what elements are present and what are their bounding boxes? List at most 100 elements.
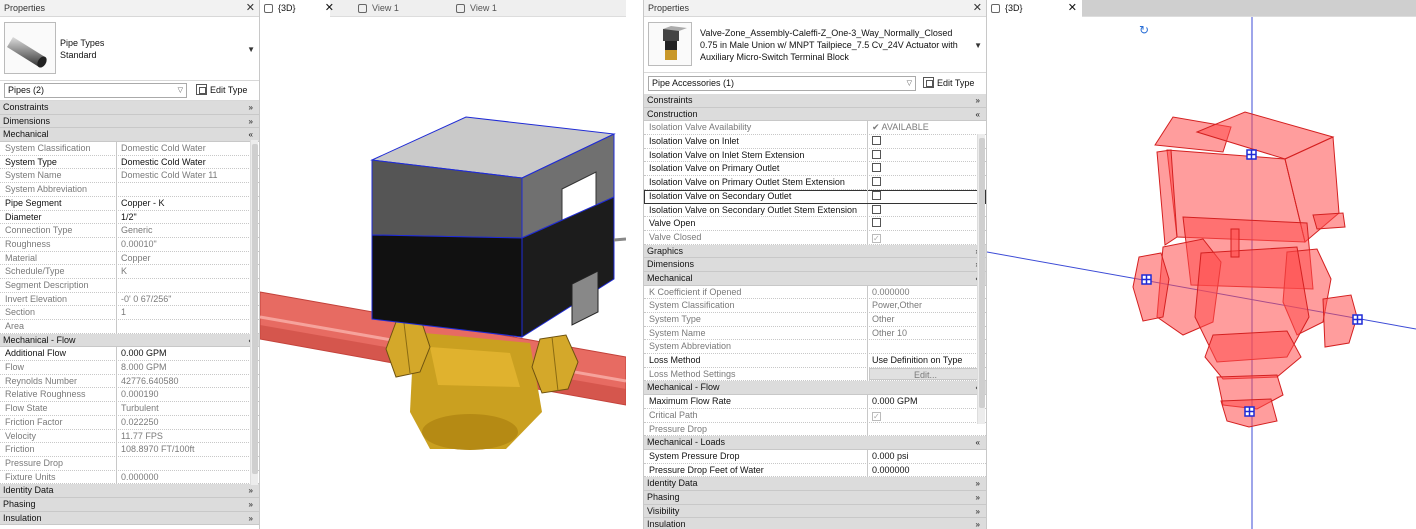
property-value[interactable]: 0.000 psi <box>869 450 979 463</box>
property-row-schedule-type[interactable]: Schedule/Type K <box>0 265 259 279</box>
property-row-flow[interactable]: Flow 8.000 GPM <box>0 361 259 375</box>
group-mechanical-flow[interactable]: Mechanical - Flow« <box>0 333 259 348</box>
property-row-maximum-flow-rate[interactable]: Maximum Flow Rate 0.000 GPM <box>644 395 986 409</box>
property-row-friction-factor[interactable]: Friction Factor 0.022250 <box>0 415 259 430</box>
property-row-loss-method[interactable]: Loss Method Use Definition on Type <box>644 354 986 368</box>
property-row-valve-closed[interactable]: Valve Closed ✓ <box>644 230 986 245</box>
property-row-connection-type[interactable]: Connection Type Generic <box>0 224 259 238</box>
group-identity-data[interactable]: Identity Data » <box>0 484 259 498</box>
property-row-system-type[interactable]: System Type Other <box>644 313 986 327</box>
property-row-system-abbreviation[interactable]: System Abbreviation <box>0 183 259 197</box>
expand-icon[interactable]: » <box>249 512 253 526</box>
close-tab-icon[interactable]: ✕ <box>325 0 334 17</box>
property-row-area[interactable]: Area <box>0 320 259 334</box>
property-row-material[interactable]: Material Copper <box>0 251 259 266</box>
expand-icon[interactable]: » <box>249 101 253 115</box>
property-value[interactable] <box>869 135 979 148</box>
property-row-velocity[interactable]: Velocity 11.77 FPS <box>0 429 259 444</box>
collapse-icon[interactable]: « <box>976 436 980 450</box>
type-selector[interactable]: Pipe Types Standard ▼ <box>0 17 259 81</box>
expand-icon[interactable]: » <box>249 498 253 512</box>
property-row-isolation-valve-on-inlet[interactable]: Isolation Valve on Inlet <box>644 135 986 149</box>
property-value[interactable] <box>869 190 979 203</box>
scrollbar[interactable] <box>977 134 985 424</box>
group-visibility[interactable]: Visibility » <box>644 504 986 519</box>
group-phasing[interactable]: Phasing » <box>0 497 259 512</box>
property-row-system-abbreviation[interactable]: System Abbreviation <box>644 340 986 355</box>
property-row-pipe-segment[interactable]: Pipe Segment Copper - K <box>0 196 259 211</box>
group-constraints[interactable]: Constraints » <box>0 101 259 115</box>
tab-3d[interactable]: {3D} ✕ <box>987 0 1082 17</box>
property-row-system-classification[interactable]: System Classification Power,Other <box>644 299 986 313</box>
scrollbar[interactable] <box>250 140 258 485</box>
property-row-system-name[interactable]: System Name Other 10 <box>644 326 986 341</box>
valve-3d-model[interactable] <box>260 17 626 529</box>
group-phasing[interactable]: Phasing » <box>644 490 986 505</box>
property-row-isolation-valve-availability[interactable]: Isolation Valve Availability ✔ AVAILABLE <box>644 121 986 136</box>
property-row-system-pressure-drop[interactable]: System Pressure Drop 0.000 psi <box>644 449 986 464</box>
property-row-valve-open[interactable]: Valve Open <box>644 217 986 231</box>
close-icon[interactable]: ✕ <box>246 0 255 17</box>
collapse-icon[interactable]: « <box>976 108 980 122</box>
property-row-isolation-valve-on-primary-outlet[interactable]: Isolation Valve on Primary Outlet <box>644 162 986 177</box>
property-value[interactable]: 0.000000 <box>869 464 979 477</box>
property-row-k-coefficient-if-opened[interactable]: K Coefficient if Opened 0.000000 <box>644 285 986 300</box>
checkbox[interactable] <box>872 177 881 187</box>
expand-icon[interactable]: » <box>976 477 980 491</box>
property-row-fixture-units[interactable]: Fixture Units 0.000000 <box>0 470 259 485</box>
group-dimensions[interactable]: Dimensions » <box>0 114 259 129</box>
property-row-isolation-valve-on-secondary-outlet-stem-extension[interactable]: Isolation Valve on Secondary Outlet Stem… <box>644 203 986 218</box>
property-row-roughness[interactable]: Roughness 0.00010" <box>0 237 259 252</box>
group-insulation[interactable]: Insulation » <box>0 511 259 526</box>
group-mechanical-loads[interactable]: Mechanical - Loads « <box>644 436 986 450</box>
expand-icon[interactable]: » <box>976 518 980 529</box>
group-identity-data[interactable]: Identity Data » <box>644 477 986 491</box>
checkbox[interactable] <box>872 190 881 200</box>
type-selector[interactable]: Valve-Zone_Assembly-Caleffi-Z_One-3_Way_… <box>644 17 986 73</box>
valve-3d-model-highlighted[interactable]: ↻ <box>987 17 1416 529</box>
property-value[interactable]: 0.000 GPM <box>118 347 246 360</box>
edit-type-button[interactable]: Edit Type <box>196 84 247 97</box>
group-mechanical[interactable]: Mechanical« <box>0 128 259 143</box>
checkbox[interactable] <box>872 149 881 159</box>
checkbox[interactable] <box>872 163 881 173</box>
tab-view-1[interactable]: View 1 <box>354 0 434 17</box>
property-row-additional-flow[interactable]: Additional Flow 0.000 GPM <box>0 347 259 362</box>
edit-type-button[interactable]: Edit Type <box>923 77 974 90</box>
property-row-isolation-valve-on-inlet-stem-extension[interactable]: Isolation Valve on Inlet Stem Extension <box>644 148 986 163</box>
dropdown-arrow-icon[interactable]: ▼ <box>247 45 255 54</box>
checkbox[interactable] <box>872 218 881 228</box>
checkbox[interactable] <box>872 136 881 146</box>
expand-icon[interactable]: » <box>249 115 253 129</box>
property-value[interactable]: Domestic Cold Water <box>118 156 246 169</box>
property-row-loss-method-settings[interactable]: Loss Method Settings Edit... <box>644 367 986 382</box>
property-row-isolation-valve-on-secondary-outlet[interactable]: Isolation Valve on Secondary Outlet <box>644 189 986 204</box>
property-value[interactable]: Use Definition on Type <box>869 354 979 367</box>
close-icon[interactable]: ✕ <box>973 0 982 17</box>
property-value[interactable] <box>869 204 979 217</box>
property-value[interactable]: 0.000 GPM <box>869 395 979 408</box>
group-constraints[interactable]: Constraints » <box>644 94 986 108</box>
group-mechanical[interactable]: Mechanical« <box>644 271 986 286</box>
view-3d-right[interactable]: {3D} ✕ ↻ <box>987 0 1416 529</box>
expand-icon[interactable]: » <box>249 484 253 498</box>
tab-3d[interactable]: {3D} ✕ <box>260 0 334 17</box>
dropdown-arrow-icon[interactable]: ▼ <box>974 41 982 50</box>
property-row-diameter[interactable]: Diameter 1/2" <box>0 210 259 225</box>
property-row-critical-path[interactable]: Critical Path ✓ <box>644 408 986 423</box>
property-row-segment-description[interactable]: Segment Description <box>0 278 259 293</box>
property-value[interactable] <box>869 162 979 175</box>
property-row-relative-roughness[interactable]: Relative Roughness 0.000190 <box>0 388 259 403</box>
property-row-isolation-valve-on-primary-outlet-stem-extension[interactable]: Isolation Valve on Primary Outlet Stem E… <box>644 176 986 190</box>
property-row-system-type[interactable]: System Type Domestic Cold Water <box>0 155 259 170</box>
close-tab-icon[interactable]: ✕ <box>1068 0 1077 17</box>
group-construction[interactable]: Construction « <box>644 107 986 122</box>
instance-filter-select[interactable]: Pipe Accessories (1) ▽ <box>648 76 916 91</box>
group-mechanical-flow[interactable]: Mechanical - Flow« <box>644 381 986 396</box>
rotate-icon[interactable]: ↻ <box>1139 23 1149 37</box>
property-value[interactable]: 1/2" <box>118 211 246 224</box>
expand-icon[interactable]: » <box>976 491 980 505</box>
property-value[interactable] <box>869 149 979 162</box>
property-row-pressure-drop-feet-of-water[interactable]: Pressure Drop Feet of Water 0.000000 <box>644 463 986 478</box>
expand-icon[interactable]: » <box>976 94 980 108</box>
